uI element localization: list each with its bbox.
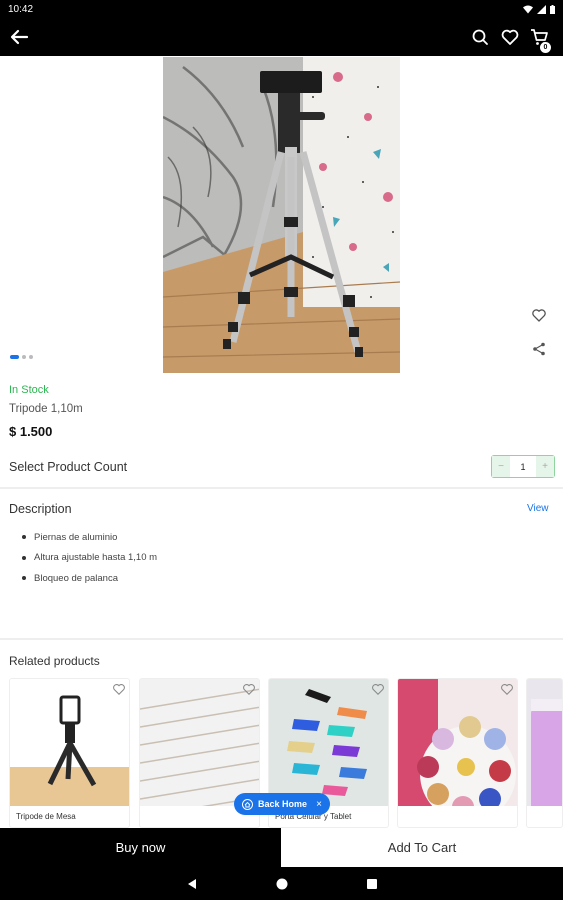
buy-now-button[interactable]: Buy now xyxy=(0,828,281,867)
nav-recents-icon[interactable] xyxy=(365,877,379,891)
home-icon xyxy=(242,798,253,810)
stock-status: In Stock xyxy=(9,384,49,396)
signal-icon xyxy=(537,4,546,14)
share-icon[interactable] xyxy=(531,341,547,357)
pagination-dot[interactable] xyxy=(22,355,26,359)
quantity-stepper: − 1 + xyxy=(491,455,555,478)
pagination-dot-active[interactable] xyxy=(10,355,19,359)
card-favorite-heart-icon[interactable] xyxy=(112,682,126,696)
description-bullet: Piernas de aluminio xyxy=(22,527,157,548)
tripod-photo xyxy=(163,57,400,373)
description-title: Description xyxy=(9,502,72,516)
wishlist-heart-icon[interactable] xyxy=(500,27,520,47)
status-time: 10:42 xyxy=(8,3,34,15)
back-arrow-icon[interactable] xyxy=(8,27,30,47)
related-product-card[interactable] xyxy=(526,678,563,828)
back-home-button[interactable]: Back Home × xyxy=(234,793,330,815)
card-favorite-heart-icon[interactable] xyxy=(371,682,385,696)
status-icons xyxy=(523,4,555,14)
card-favorite-heart-icon[interactable] xyxy=(242,682,256,696)
quantity-decrease-button[interactable]: − xyxy=(492,456,510,477)
description-bullet: Bloqueo de palanca xyxy=(22,568,157,589)
add-to-cart-button[interactable]: Add To Cart xyxy=(281,828,563,867)
nav-home-icon[interactable] xyxy=(275,877,289,891)
quantity-label: Select Product Count xyxy=(9,460,128,474)
quantity-increase-button[interactable]: + xyxy=(536,456,554,477)
favorite-heart-icon[interactable] xyxy=(531,307,547,323)
section-divider xyxy=(0,638,563,640)
description-bullet: Altura ajustable hasta 1,10 m xyxy=(22,548,157,569)
related-product-name: Tripode de Mesa xyxy=(16,812,76,821)
product-price: $ 1.500 xyxy=(9,424,53,439)
section-divider xyxy=(0,487,563,489)
related-products-title: Related products xyxy=(9,654,100,668)
description-view-link[interactable]: View xyxy=(527,503,549,514)
related-product-card[interactable]: Tripode de Mesa xyxy=(9,678,130,828)
pagination-dot[interactable] xyxy=(29,355,33,359)
related-product-image xyxy=(140,679,259,806)
nav-back-icon[interactable] xyxy=(185,877,199,891)
image-pagination-dots xyxy=(10,355,33,359)
cart-count-badge: 0 xyxy=(540,42,551,53)
back-home-label: Back Home xyxy=(258,799,308,809)
related-product-image xyxy=(398,679,517,806)
app-bar: 0 xyxy=(0,18,563,56)
back-home-close-icon[interactable]: × xyxy=(316,799,322,810)
wifi-icon xyxy=(523,5,533,13)
description-bullets: Piernas de aluminio Altura ajustable has… xyxy=(22,527,157,589)
quantity-value[interactable]: 1 xyxy=(510,462,536,472)
related-product-image xyxy=(269,679,388,806)
status-bar: 10:42 xyxy=(0,0,563,18)
card-favorite-heart-icon[interactable] xyxy=(500,682,514,696)
related-product-card[interactable] xyxy=(397,678,518,828)
related-product-image xyxy=(10,679,129,806)
system-navigation-bar xyxy=(0,867,563,900)
battery-icon xyxy=(550,4,555,14)
search-icon[interactable] xyxy=(470,27,490,47)
related-product-image xyxy=(527,679,562,806)
product-image[interactable] xyxy=(163,57,400,373)
product-name: Tripode 1,10m xyxy=(9,403,83,415)
